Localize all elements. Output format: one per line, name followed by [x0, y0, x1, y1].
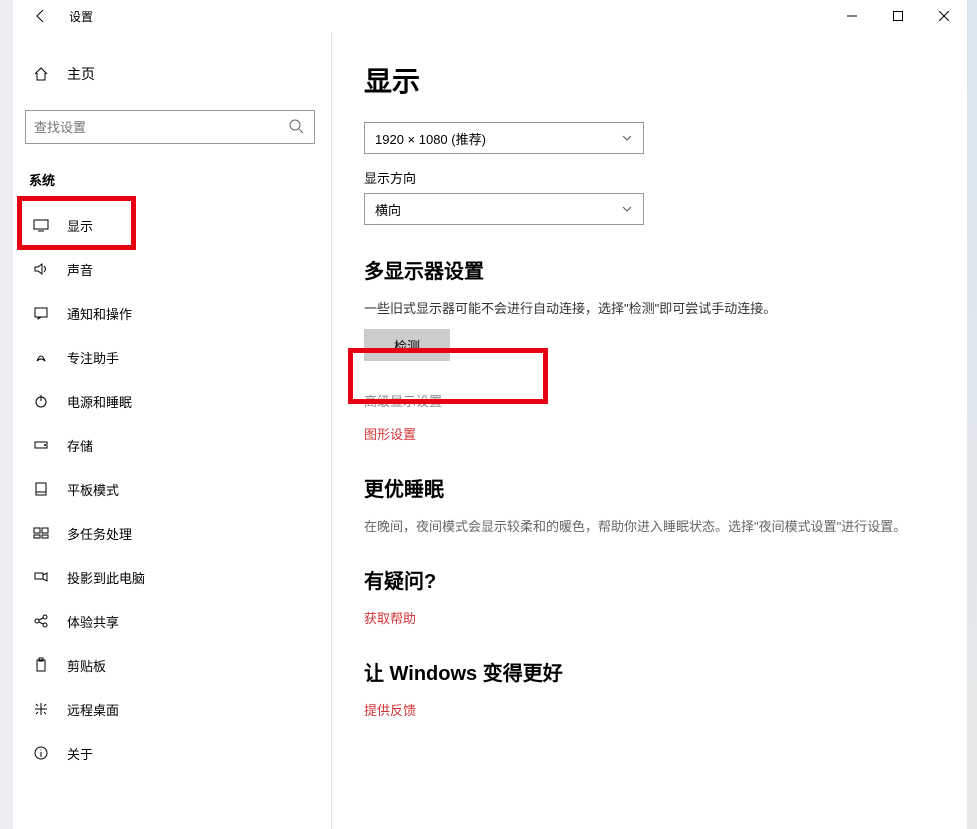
multi-monitor-heading: 多显示器设置 [364, 255, 935, 284]
window-controls [829, 0, 967, 32]
sidebar-item-display[interactable]: 显示 [25, 203, 323, 247]
close-button[interactable] [921, 0, 967, 32]
background-left-sliver [0, 0, 13, 829]
tablet-icon [31, 481, 51, 497]
sound-icon [31, 261, 51, 277]
back-button[interactable] [29, 4, 53, 28]
search-icon [288, 118, 306, 136]
sidebar-item-label: 电源和睡眠 [67, 392, 132, 411]
sidebar-item-label: 关于 [67, 744, 93, 763]
window-body: 主页 系统 显示 声音 通知和操作 [13, 32, 967, 829]
home-icon [31, 66, 51, 82]
resolution-dropdown[interactable]: 1920 × 1080 (推荐) [364, 122, 644, 154]
sidebar-item-label: 专注助手 [67, 348, 119, 367]
sidebar-item-notifications[interactable]: 通知和操作 [25, 291, 323, 335]
sidebar-item-label: 声音 [67, 260, 93, 279]
sidebar-item-label: 通知和操作 [67, 304, 132, 323]
sidebar-item-clipboard[interactable]: 剪贴板 [25, 643, 323, 687]
question-heading: 有疑问? [364, 565, 935, 594]
clipboard-icon [31, 657, 51, 673]
sidebar-item-focus[interactable]: 专注助手 [25, 335, 323, 379]
graphics-settings-link[interactable]: 图形设置 [364, 424, 935, 443]
window-title: 设置 [69, 8, 93, 25]
sidebar-item-label: 显示 [67, 216, 93, 235]
sidebar-item-label: 体验共享 [67, 612, 119, 631]
sidebar: 主页 系统 显示 声音 通知和操作 [13, 32, 331, 829]
orientation-value: 横向 [375, 200, 401, 219]
home-link[interactable]: 主页 [25, 56, 331, 92]
chevron-down-icon [621, 203, 633, 215]
focus-icon [31, 349, 51, 365]
power-icon [31, 393, 51, 409]
advanced-display-link[interactable]: 高级显示设置 [364, 391, 935, 410]
sidebar-item-label: 多任务处理 [67, 524, 132, 543]
home-label: 主页 [67, 64, 95, 84]
content-area: 显示 1920 × 1080 (推荐) 显示方向 横向 多显示器设置 一些旧式显… [331, 32, 967, 829]
maximize-button[interactable] [875, 0, 921, 32]
titlebar: 设置 [13, 0, 967, 32]
orientation-label: 显示方向 [364, 168, 935, 187]
sidebar-item-tablet[interactable]: 平板模式 [25, 467, 323, 511]
multitask-icon [31, 525, 51, 541]
sidebar-item-label: 投影到此电脑 [67, 568, 145, 587]
page-heading: 显示 [364, 60, 935, 100]
sidebar-item-storage[interactable]: 存储 [25, 423, 323, 467]
sidebar-item-sound[interactable]: 声音 [25, 247, 323, 291]
improve-heading: 让 Windows 变得更好 [364, 657, 935, 686]
sidebar-item-label: 平板模式 [67, 480, 119, 499]
settings-window: 设置 主页 系统 显示 [13, 0, 967, 829]
share-icon [31, 613, 51, 629]
chevron-down-icon [621, 132, 633, 144]
display-icon [31, 217, 51, 233]
feedback-link[interactable]: 提供反馈 [364, 700, 935, 719]
orientation-dropdown[interactable]: 横向 [364, 193, 644, 225]
sleep-heading: 更优睡眠 [364, 473, 935, 502]
sidebar-section-header: 系统 [25, 170, 331, 189]
sidebar-item-project[interactable]: 投影到此电脑 [25, 555, 323, 599]
sidebar-item-label: 剪贴板 [67, 656, 106, 675]
sidebar-item-label: 远程桌面 [67, 700, 119, 719]
sidebar-item-multitask[interactable]: 多任务处理 [25, 511, 323, 555]
sidebar-item-label: 存储 [67, 436, 93, 455]
detect-button[interactable]: 检测 [364, 329, 450, 361]
sidebar-item-power[interactable]: 电源和睡眠 [25, 379, 323, 423]
search-input[interactable] [34, 120, 288, 135]
notifications-icon [31, 305, 51, 321]
multi-monitor-desc: 一些旧式显示器可能不会进行自动连接，选择"检测"即可尝试手动连接。 [364, 298, 935, 317]
remote-icon [31, 701, 51, 717]
sidebar-item-remote[interactable]: 远程桌面 [25, 687, 323, 731]
minimize-button[interactable] [829, 0, 875, 32]
resolution-value: 1920 × 1080 (推荐) [375, 129, 486, 148]
storage-icon [31, 437, 51, 453]
search-box[interactable] [25, 110, 315, 144]
sidebar-item-about[interactable]: 关于 [25, 731, 323, 775]
project-icon [31, 569, 51, 585]
sleep-desc: 在晚间，夜间模式会显示较柔和的暖色，帮助你进入睡眠状态。选择"夜间模式设置"进行… [364, 516, 935, 535]
background-right-sliver [967, 0, 977, 829]
about-icon [31, 745, 51, 761]
sidebar-item-share[interactable]: 体验共享 [25, 599, 323, 643]
get-help-link[interactable]: 获取帮助 [364, 608, 935, 627]
